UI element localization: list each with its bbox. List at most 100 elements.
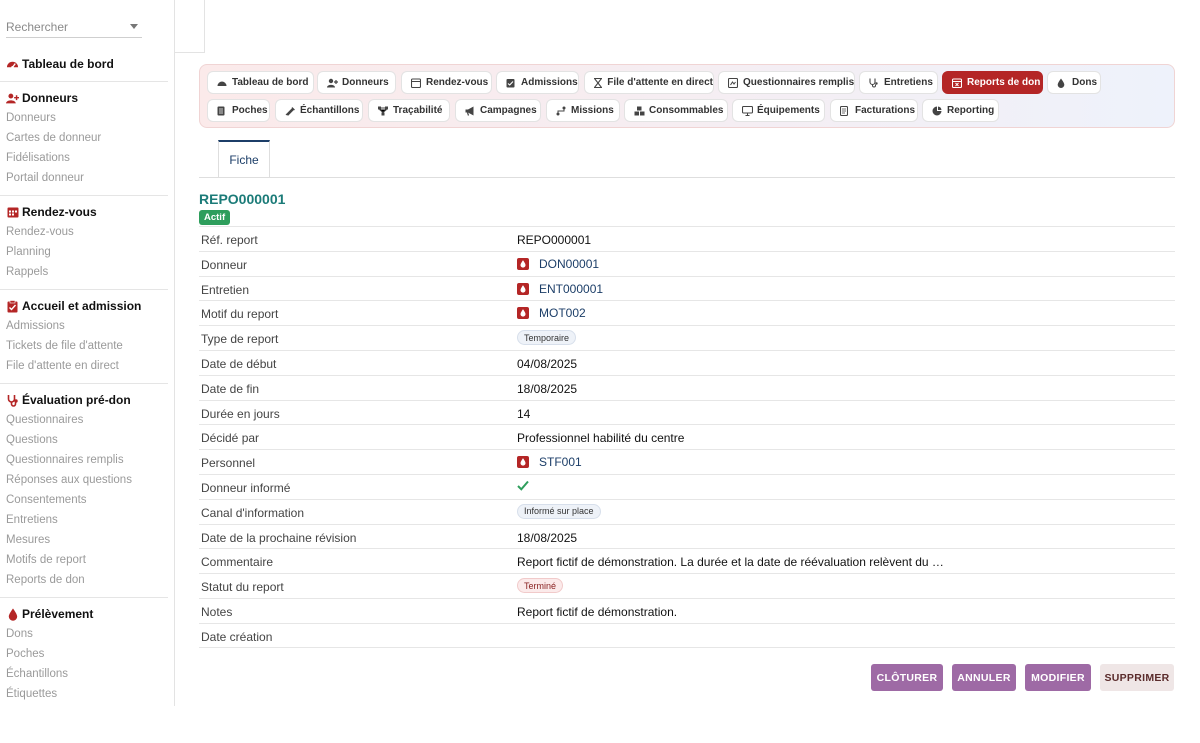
sidebar-item-tableau-de-bord[interactable]: Tableau de bord	[0, 54, 174, 74]
sidebar-item-file-attente-direct[interactable]: File d'attente en direct	[0, 356, 174, 376]
tab-campagnes[interactable]: Campagnes	[455, 99, 541, 122]
tab-dons[interactable]: Dons	[1047, 71, 1101, 94]
sidebar-item-rappels[interactable]: Rappels	[0, 262, 174, 282]
field-value: Informé sur place	[517, 503, 601, 519]
tab-admissions[interactable]: Admissions	[496, 71, 579, 94]
user-plus-icon	[327, 78, 338, 88]
blood-drop-icon	[517, 282, 529, 295]
tab-missions[interactable]: Missions	[546, 99, 620, 122]
link-text[interactable]: MOT002	[539, 306, 586, 320]
close-button[interactable]: CLÔTURER	[871, 664, 943, 691]
tab-donneurs[interactable]: Donneurs	[317, 71, 396, 94]
sidebar-group-head[interactable]: Accueil et admission	[0, 296, 174, 316]
sidebar-item-motifs-de-report[interactable]: Motifs de report	[0, 550, 174, 570]
sidebar-item-echantillons[interactable]: Échantillons	[0, 664, 174, 684]
tab-label: Campagnes	[480, 105, 537, 116]
tab-label: Rendez-vous	[426, 77, 489, 88]
sidebar-item-questionnaires[interactable]: Questionnaires	[0, 410, 174, 430]
sidebar-group-head[interactable]: Prélèvement	[0, 604, 174, 624]
tab-file-attente[interactable]: File d'attente en direct	[584, 71, 714, 94]
sidebar-item-etiquettes[interactable]: Étiquettes	[0, 684, 174, 704]
bag-icon	[217, 106, 227, 116]
sidebar-item-questions[interactable]: Questions	[0, 430, 174, 450]
sidebar-item-portail-donneur[interactable]: Portail donneur	[0, 168, 174, 188]
sidebar-item-reports-de-don[interactable]: Reports de don	[0, 570, 174, 590]
sidebar-item-poches[interactable]: Poches	[0, 644, 174, 664]
module-tabs: Tableau de bord Donneurs Rendez-vous Adm…	[199, 64, 1175, 128]
sidebar-item-admissions[interactable]: Admissions	[0, 316, 174, 336]
field-label: Notes	[201, 604, 233, 619]
sidebar-group-prelevement: Prélèvement Dons Poches Échantillons Éti…	[0, 604, 174, 704]
sidebar-item-tickets-file-attente[interactable]: Tickets de file d'attente	[0, 336, 174, 356]
sidebar: Rechercher Tableau de bord Donneurs Donn…	[0, 0, 175, 706]
record-title: REPO000001	[199, 191, 286, 207]
entretien-link[interactable]: ENT000001	[517, 282, 603, 296]
pie-chart-icon	[932, 106, 942, 116]
edit-button[interactable]: MODIFIER	[1025, 664, 1091, 691]
calendar-icon	[6, 206, 19, 219]
chevron-down-icon[interactable]	[130, 24, 138, 29]
field-row-motif: Motif du report MOT002	[199, 300, 1175, 325]
sidebar-item-planning[interactable]: Planning	[0, 242, 174, 262]
link-text[interactable]: ENT000001	[539, 282, 603, 296]
sidebar-item-donneurs[interactable]: Donneurs	[0, 108, 174, 128]
status-badge: Actif	[199, 210, 231, 225]
field-label: Date création	[201, 629, 273, 644]
field-label: Motif du report	[201, 307, 279, 322]
field-label: Durée en jours	[201, 406, 280, 421]
divider	[0, 289, 168, 290]
sidebar-item-reponses[interactable]: Réponses aux questions	[0, 470, 174, 490]
sidebar-item-fidelisations[interactable]: Fidélisations	[0, 148, 174, 168]
tab-tableau-de-bord[interactable]: Tableau de bord	[207, 71, 314, 94]
divider	[199, 177, 1175, 178]
tab-poches[interactable]: Poches	[207, 99, 270, 122]
sidebar-item-dons[interactable]: Dons	[0, 624, 174, 644]
delete-button[interactable]: SUPPRIMER	[1100, 664, 1174, 691]
tab-consommables[interactable]: Consommables	[624, 99, 728, 122]
motif-link[interactable]: MOT002	[517, 306, 586, 320]
link-text[interactable]: DON00001	[539, 257, 599, 271]
sidebar-group-title: Évaluation pré-don	[22, 393, 131, 407]
boxes-icon	[634, 106, 645, 116]
tab-entretiens[interactable]: Entretiens	[859, 71, 938, 94]
tab-label: Traçabilité	[393, 105, 443, 116]
field-value: REPO000001	[517, 233, 592, 247]
tab-fiche[interactable]: Fiche	[218, 140, 270, 178]
sidebar-item-mesures[interactable]: Mesures	[0, 530, 174, 550]
tab-label: Facturations	[855, 105, 916, 116]
stethoscope-icon	[6, 394, 19, 407]
search-select[interactable]: Rechercher	[6, 18, 142, 38]
sidebar-group-head[interactable]: Donneurs	[0, 88, 174, 108]
tab-facturations[interactable]: Facturations	[830, 99, 918, 122]
tab-questionnaires-remplis[interactable]: Questionnaires remplis	[718, 71, 855, 94]
sidebar-item-cartes-de-donneur[interactable]: Cartes de donneur	[0, 128, 174, 148]
field-value: Report fictif de démonstration. La durée…	[517, 555, 944, 570]
tab-rendez-vous[interactable]: Rendez-vous	[401, 71, 492, 94]
sidebar-group-head[interactable]: Évaluation pré-don	[0, 390, 174, 410]
field-row-notes: Notes Report fictif de démonstration.	[199, 597, 1175, 623]
tab-label: File d'attente en direct	[607, 77, 713, 88]
tab-label: Entretiens	[884, 77, 933, 88]
tab-reporting[interactable]: Reporting	[922, 99, 999, 122]
tab-equipements[interactable]: Équipements	[732, 99, 825, 122]
tab-reports-de-don[interactable]: Reports de don	[942, 71, 1043, 94]
type-chip: Temporaire	[517, 330, 577, 346]
user-plus-icon	[6, 92, 19, 105]
link-text[interactable]: STF001	[539, 455, 582, 469]
sidebar-item-questionnaires-remplis[interactable]: Questionnaires remplis	[0, 450, 174, 470]
cancel-button[interactable]: ANNULER	[952, 664, 1016, 691]
personnel-link[interactable]: STF001	[517, 455, 582, 469]
sidebar-item-consentements[interactable]: Consentements	[0, 490, 174, 510]
sidebar-item-rendez-vous[interactable]: Rendez-vous	[0, 222, 174, 242]
tab-label: Équipements	[757, 105, 820, 116]
calendar-icon	[410, 77, 422, 88]
tab-echantillons[interactable]: Échantillons	[275, 99, 363, 122]
field-row-date-debut: Date de début 04/08/2025	[199, 349, 1175, 375]
tab-tracabilite[interactable]: Traçabilité	[368, 99, 450, 122]
tab-label: Reporting	[947, 105, 995, 116]
field-value: Professionnel habilité du centre	[517, 431, 685, 446]
sidebar-item-entretiens[interactable]: Entretiens	[0, 510, 174, 530]
donneur-link[interactable]: DON00001	[517, 257, 599, 271]
sidebar-group-head[interactable]: Rendez-vous	[0, 202, 174, 222]
field-row-date-fin: Date de fin 18/08/2025	[199, 374, 1175, 400]
